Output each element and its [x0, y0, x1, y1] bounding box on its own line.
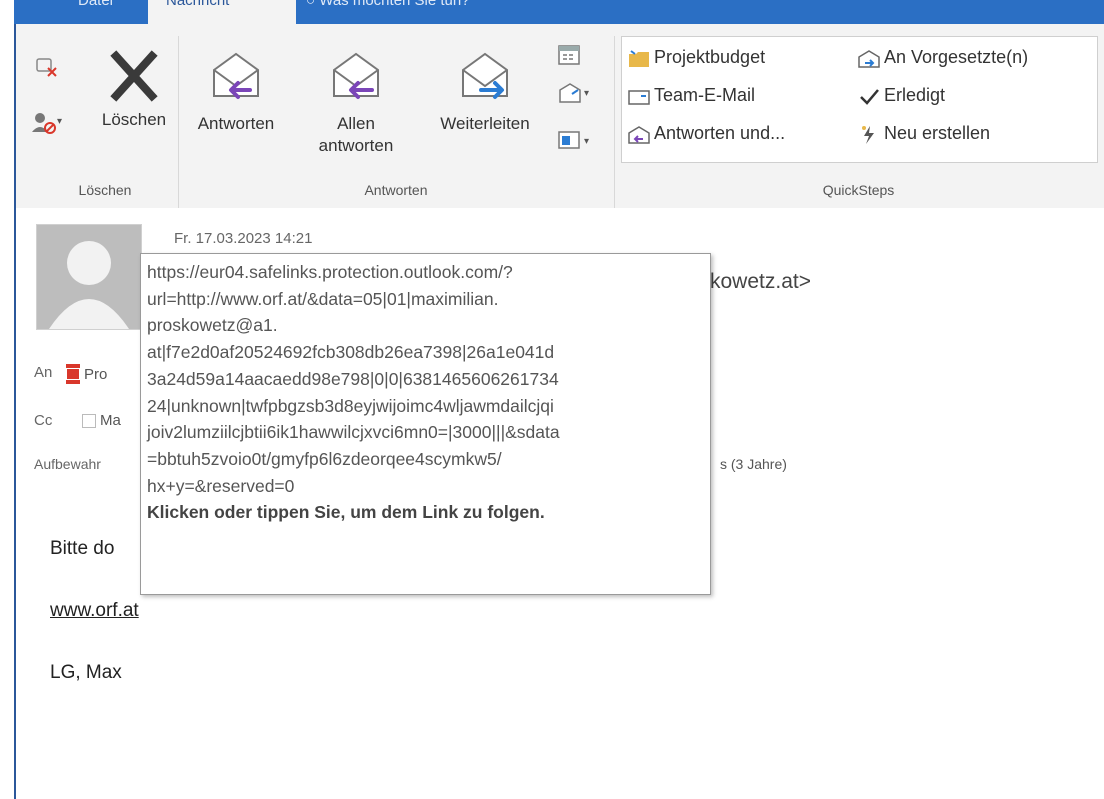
svg-text:▾: ▾	[57, 116, 62, 127]
quickstep-to-manager[interactable]: An Vorgesetzte(n)	[858, 47, 1028, 68]
tooltip-url-line: =bbtuh5zvoio0t/gmyfp6l6zdeorqee4scymkw5/	[147, 448, 502, 469]
signature: LG, Max	[50, 662, 122, 683]
quicksteps-gallery: Projektbudget Team-E-Mail Antworten und.…	[621, 36, 1098, 163]
quickstep-create-new[interactable]: Neu erstellen	[858, 123, 990, 144]
quickstep-team-email[interactable]: Team-E-Mail	[628, 85, 755, 106]
quickstep-project-budget[interactable]: Projektbudget	[628, 47, 765, 68]
group-label-respond: Antworten	[364, 182, 428, 198]
reply-all-button[interactable]: Allen antworten	[316, 48, 396, 157]
reply-icon	[213, 52, 259, 99]
body-line: Bitte do	[50, 538, 115, 559]
group-separator	[614, 36, 615, 212]
reply-button[interactable]: Antworten	[188, 48, 284, 135]
folder-icon	[628, 49, 649, 67]
ribbon-tab-bar: Datei Nachricht ○ Was möchten Sie tun?	[14, 0, 1104, 24]
group-label-delete: Löschen	[78, 182, 132, 198]
lightbulb-icon: ○	[306, 0, 320, 9]
retention-value: s (3 Jahre)	[720, 456, 787, 472]
meeting-icon[interactable]	[556, 42, 582, 73]
reply-delete-icon	[628, 125, 650, 144]
svg-text:▾: ▾	[584, 136, 589, 147]
quickstep-done[interactable]: Erledigt	[858, 85, 945, 106]
junk-icon[interactable]: ▾	[30, 110, 62, 141]
reply-all-icon	[333, 52, 379, 99]
sent-date: Fr. 17.03.2023 14:21	[174, 230, 313, 247]
checkbox-icon	[82, 413, 96, 428]
ignore-icon[interactable]	[34, 54, 60, 85]
to-manager-icon	[858, 49, 880, 68]
tooltip-url-line: joiv2lumziilcjbtii6ik1hawwilcjxvci6mn0=|…	[147, 422, 560, 443]
link-tooltip: https://eur04.safelinks.protection.outlo…	[140, 253, 711, 595]
tooltip-url-line: url=http://www.orf.at/&data=05|01|maximi…	[147, 288, 499, 309]
window-left-border	[0, 0, 16, 799]
tooltip-url-line: proskowetz@a1.	[147, 315, 278, 336]
quickstep-reply-and-delete[interactable]: Antworten und...	[628, 123, 785, 144]
to-label: An	[34, 364, 53, 381]
outlook-message-window: Datei Nachricht ○ Was möchten Sie tun? ▾…	[0, 0, 1104, 799]
more-respond-icon[interactable]: ▾	[556, 80, 592, 111]
sender-avatar	[36, 224, 142, 330]
checkmark-icon	[858, 87, 879, 105]
tooltip-url-line: https://eur04.safelinks.protection.outlo…	[147, 262, 513, 282]
cc-label: Cc	[34, 412, 53, 429]
team-email-icon	[628, 87, 650, 105]
contact-group-icon	[66, 364, 80, 384]
tell-me-box[interactable]: ○ Was möchten Sie tun?	[288, 0, 488, 24]
tooltip-url-line: 24|unknown|twfpbgzsb3d8eyjwijoimc4wljawm…	[147, 395, 554, 416]
delete-button[interactable]: Löschen	[84, 48, 184, 131]
tooltip-hint: Klicken oder tippen Sie, um dem Link zu …	[147, 502, 545, 523]
delete-x-icon	[110, 50, 158, 102]
tooltip-url-line: hx+y=&reserved=0	[147, 475, 295, 496]
sender-address[interactable]: kowetz.at>	[710, 270, 811, 294]
body-link[interactable]: www.orf.at	[50, 600, 139, 622]
forward-button[interactable]: Weiterleiten	[420, 48, 550, 135]
to-recipient[interactable]: Pro	[66, 364, 107, 384]
tooltip-url-line: at|f7e2d0af20524692fcb308db26ea7398|26a1…	[147, 342, 555, 363]
im-icon[interactable]: ▾	[556, 128, 592, 159]
lightning-icon	[858, 125, 878, 144]
retention-label: Aufbewahr	[34, 456, 101, 472]
tooltip-url-line: 3a24d59a14aacaedd98e798|0|0|638146560626…	[147, 368, 559, 389]
tab-file[interactable]: Datei	[60, 0, 131, 24]
tab-message[interactable]: Nachricht	[148, 0, 296, 24]
group-label-quicksteps: QuickSteps	[822, 182, 895, 198]
cc-recipient[interactable]: Ma	[82, 412, 121, 429]
svg-text:▾: ▾	[584, 88, 589, 99]
ribbon: ▾ Löschen Löschen Antworten Allen antwor…	[16, 24, 1104, 212]
forward-icon	[462, 52, 508, 99]
